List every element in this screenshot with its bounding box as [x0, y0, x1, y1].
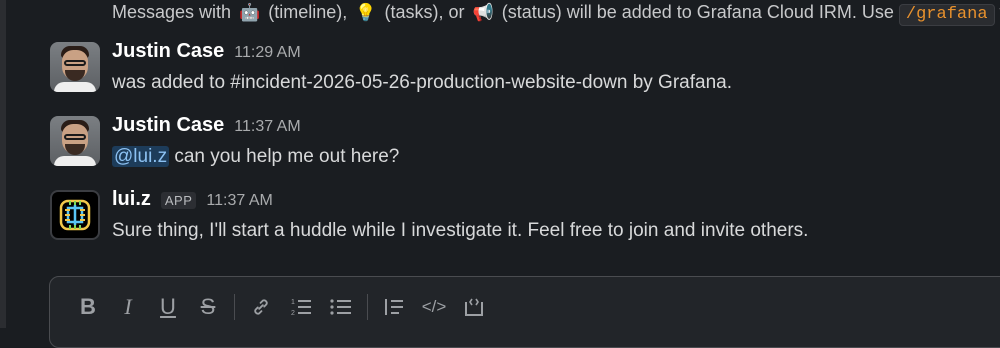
- message-composer[interactable]: B I U S 1 2: [49, 276, 1000, 348]
- message-content: lui.z APP 11:37 AM Sure thing, I'll star…: [112, 188, 808, 242]
- link-button[interactable]: [241, 291, 281, 323]
- svg-text:2: 2: [291, 310, 295, 317]
- code-block-button[interactable]: [454, 291, 494, 323]
- brain-chip-icon: [52, 192, 98, 238]
- timestamp[interactable]: 11:29 AM: [234, 44, 300, 62]
- message-content: Justin Case 11:37 AM @lui.z can you help…: [112, 114, 399, 168]
- formatting-toolbar: B I U S 1 2: [68, 291, 494, 323]
- message-body: can you help me out here?: [174, 146, 399, 167]
- avatar-shirt: [54, 156, 96, 166]
- user-mention[interactable]: @lui.z: [112, 146, 169, 167]
- bullet-list-icon: [329, 296, 353, 318]
- timestamp[interactable]: 11:37 AM: [234, 118, 300, 136]
- strikethrough-button[interactable]: S: [188, 291, 228, 323]
- toolbar-divider: [367, 294, 368, 320]
- blockquote-button[interactable]: [374, 291, 414, 323]
- author-name[interactable]: Justin Case: [112, 40, 224, 63]
- avatar[interactable]: [50, 190, 100, 240]
- avatar-beard: [65, 70, 85, 81]
- notice-text-3: (tasks), or: [384, 2, 464, 22]
- notice-text-2: (timeline),: [268, 2, 347, 22]
- message-text: was added to #incident-2026-05-26-produc…: [112, 72, 732, 94]
- notice-text-4: (status) will be added to Grafana Cloud …: [502, 2, 894, 22]
- ordered-list-icon: 1 2: [289, 296, 313, 318]
- notice-text-1: Messages with: [112, 2, 231, 22]
- italic-button[interactable]: I: [108, 291, 148, 323]
- code-button[interactable]: </>: [414, 291, 454, 323]
- avatar-glasses: [64, 60, 86, 66]
- avatar[interactable]: [50, 42, 100, 92]
- underline-button[interactable]: U: [148, 291, 188, 323]
- blockquote-icon: [383, 296, 405, 318]
- avatar-beard: [65, 144, 85, 155]
- megaphone-icon: 📢: [473, 1, 494, 25]
- avatar[interactable]: [50, 116, 100, 166]
- author-name[interactable]: lui.z: [112, 188, 151, 211]
- message-text: @lui.z can you help me out here?: [112, 146, 399, 168]
- avatar-shirt: [54, 82, 96, 92]
- code-block-icon: [463, 296, 485, 318]
- lightbulb-icon: 💡: [355, 1, 376, 25]
- message-content: Justin Case 11:29 AM was added to #incid…: [112, 40, 732, 94]
- grafana-command: /grafana: [899, 4, 995, 26]
- avatar-glasses: [64, 134, 86, 140]
- channel-sidebar-edge: [0, 0, 6, 328]
- app-badge: APP: [161, 192, 197, 209]
- integration-notice: Messages with 🤖 (timeline), 💡 (tasks), o…: [112, 0, 1000, 24]
- ordered-list-button[interactable]: 1 2: [281, 291, 321, 323]
- link-icon: [250, 296, 272, 318]
- timestamp[interactable]: 11:37 AM: [206, 192, 272, 210]
- author-name[interactable]: Justin Case: [112, 114, 224, 137]
- message-text: Sure thing, I'll start a huddle while I …: [112, 220, 808, 242]
- toolbar-divider: [234, 294, 235, 320]
- bullet-list-button[interactable]: [321, 291, 361, 323]
- bold-button[interactable]: B: [68, 291, 108, 323]
- robot-icon: 🤖: [239, 1, 260, 25]
- svg-text:1: 1: [291, 299, 295, 306]
